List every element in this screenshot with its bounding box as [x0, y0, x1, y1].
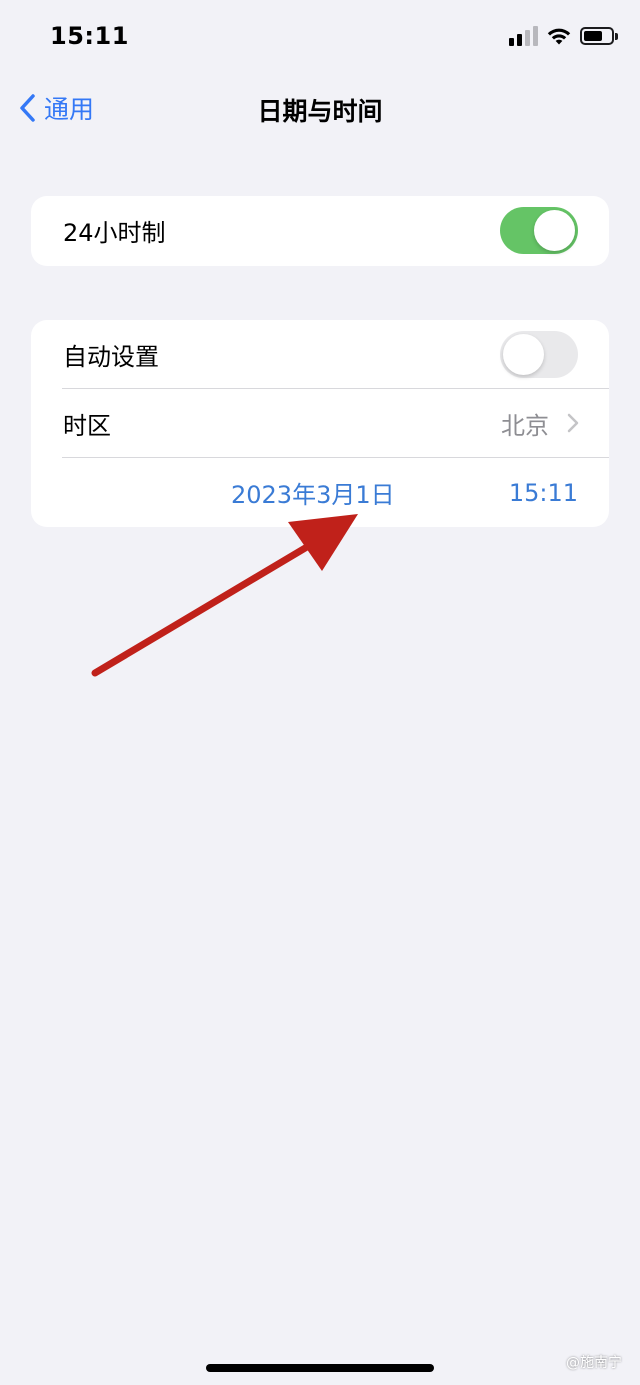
wifi-icon [546, 26, 572, 46]
status-time: 15:11 [50, 22, 129, 50]
row-date-time: 2023年3月1日 15:11 [31, 458, 609, 527]
status-icons [509, 26, 618, 46]
row-24-hour-label: 24小时制 [63, 219, 166, 247]
page-title: 日期与时间 [257, 97, 383, 126]
row-timezone[interactable]: 时区 北京 [31, 389, 609, 458]
chevron-right-icon [567, 413, 579, 433]
status-bar: 15:11 [0, 0, 640, 76]
toggle-auto-set[interactable] [500, 331, 578, 378]
row-auto-set: 自动设置 [31, 320, 609, 389]
time-picker-button[interactable]: 15:11 [509, 479, 578, 507]
date-picker-button[interactable]: 2023年3月1日 [231, 475, 395, 510]
home-indicator[interactable] [206, 1364, 434, 1372]
settings-group-time-format: 24小时制 [31, 196, 609, 266]
settings-group-date-time: 自动设置 时区 北京 2023年3月1日 15:11 [31, 320, 609, 527]
cellular-signal-icon [509, 26, 538, 46]
row-auto-set-label: 自动设置 [63, 343, 159, 371]
timezone-value: 北京 [501, 412, 549, 440]
row-24-hour: 24小时制 [31, 196, 609, 265]
battery-icon [580, 27, 618, 45]
toggle-24-hour[interactable] [500, 207, 578, 254]
watermark: @施南宁 [566, 1355, 622, 1371]
navigation-bar: 通用 日期与时间 [0, 76, 640, 140]
row-timezone-label: 时区 [63, 412, 111, 440]
